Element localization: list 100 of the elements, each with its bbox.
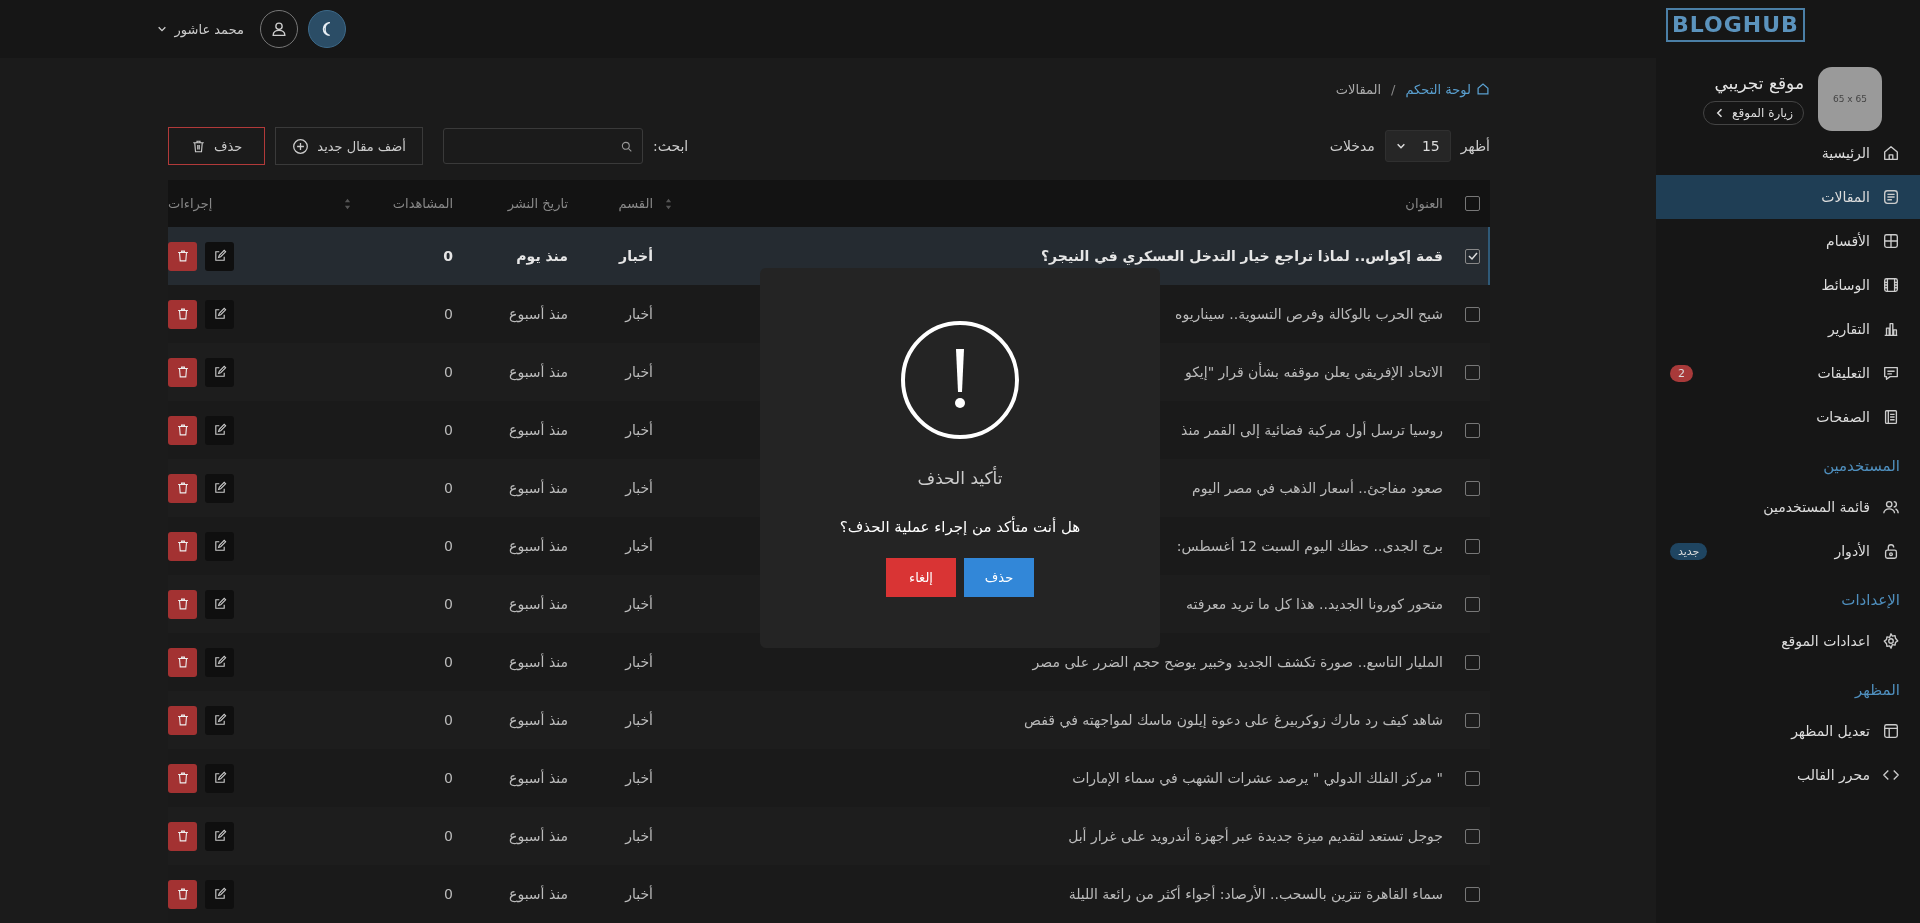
site-name: موقع تجريبي	[1714, 73, 1804, 93]
column-header[interactable]: المشاهدات	[314, 196, 453, 211]
delete-row-button[interactable]	[168, 879, 197, 909]
edit-button[interactable]	[205, 299, 234, 329]
table-cell: منذ أسبوع	[509, 596, 568, 612]
edit-button[interactable]	[205, 821, 234, 851]
table-cell: منذ أسبوع	[509, 306, 568, 322]
article-title[interactable]: روسيا ترسل أول مركبة فضائية إلى القمر منذ	[1181, 422, 1443, 438]
column-header[interactable]: العنوان	[665, 196, 1443, 211]
edit-button[interactable]	[205, 241, 234, 271]
home-icon	[1882, 144, 1900, 162]
table-cell: 0	[444, 770, 453, 786]
row-checkbox[interactable]	[1465, 306, 1480, 322]
edit-icon	[212, 829, 227, 843]
edit-button[interactable]	[205, 763, 234, 793]
bar-chart-icon	[1882, 320, 1900, 338]
row-checkbox[interactable]	[1465, 480, 1480, 496]
row-checkbox[interactable]	[1465, 538, 1480, 554]
edit-button[interactable]	[205, 589, 234, 619]
delete-row-button[interactable]	[168, 589, 197, 619]
delete-row-button[interactable]	[168, 415, 197, 445]
sidebar-item[interactable]: التقارير	[1656, 307, 1920, 351]
trash-icon	[175, 423, 190, 437]
edit-button[interactable]	[205, 647, 234, 677]
delete-row-button[interactable]	[168, 241, 197, 271]
sidebar-item[interactable]: محرر القالب	[1656, 753, 1920, 797]
row-checkbox[interactable]	[1465, 596, 1480, 612]
delete-button[interactable]: حذف	[168, 127, 266, 165]
row-checkbox[interactable]	[1465, 364, 1480, 380]
sidebar-heading: المستخدمين	[1822, 456, 1901, 477]
edit-button[interactable]	[205, 531, 234, 561]
edit-button[interactable]	[205, 357, 234, 387]
table-cell: أخبار	[625, 596, 653, 612]
sidebar-item[interactable]: الوسائط	[1656, 263, 1920, 307]
article-title[interactable]: متحور كورونا الجديد.. هذا كل ما تريد معرفته	[1185, 596, 1443, 612]
article-title[interactable]: سماء القاهرة تتزين بالسحب.. الأرصاد: أجواء أكثر من رائعة الليلة	[1068, 886, 1443, 902]
row-checkbox[interactable]	[1465, 886, 1480, 902]
table-cell: 0	[444, 364, 453, 380]
table-cell: منذ أسبوع	[509, 538, 568, 554]
home-icon	[1476, 82, 1490, 96]
sidebar-item[interactable]: تعديل المظهر	[1656, 709, 1920, 753]
article-title[interactable]: جوجل تستعد لتقديم ميزة جديدة عبر أجهزة أندرويد على غرار أبل	[1068, 828, 1443, 844]
article-title[interactable]: شبح الحرب بالوكالة وفرص التسوية.. سيناريوه	[1175, 306, 1443, 322]
delete-row-button[interactable]	[168, 531, 197, 561]
lock-icon	[1882, 542, 1900, 560]
sidebar-item[interactable]: الأقسام	[1656, 219, 1920, 263]
table-cell: أخبار	[625, 770, 653, 786]
search-field[interactable]	[442, 128, 643, 164]
article-title[interactable]: صعود مفاجئ.. أسعار الذهب في مصر اليوم	[1192, 480, 1443, 496]
sidebar-item[interactable]: المقالات	[1656, 175, 1920, 219]
cancel-button[interactable]: إلغاء	[886, 558, 956, 597]
delete-row-button[interactable]	[168, 647, 197, 677]
edit-icon	[212, 887, 227, 901]
article-title[interactable]: قمة إكواس.. لماذا تراجع خيار التدخل العسكري في النيجر؟	[1041, 248, 1443, 264]
breadcrumb-link[interactable]: لوحة التحكم	[1405, 81, 1471, 97]
row-checkbox[interactable]	[1465, 770, 1480, 786]
table-cell: أخبار	[625, 886, 653, 902]
row-checkbox[interactable]	[1465, 422, 1480, 438]
sidebar-item[interactable]: الأدوار جديد	[1656, 529, 1920, 573]
film-icon	[1882, 276, 1900, 294]
column-header[interactable]: تاريخ النشر	[507, 196, 568, 211]
user-menu[interactable]: محمد عاشور	[150, 20, 250, 38]
sidebar-item[interactable]: الصفحات	[1656, 395, 1920, 439]
article-title[interactable]: برج الجدى.. حظك اليوم السبت 12 أغسطس:	[1176, 538, 1443, 554]
caret-icon	[156, 24, 167, 34]
row-checkbox[interactable]	[1465, 712, 1480, 728]
add-article-button[interactable]: أضف مقال جديد	[275, 127, 423, 165]
edit-button[interactable]	[205, 879, 234, 909]
article-title[interactable]: الاتحاد الإفريقي يعلن موقفه بشأن قرار "إيكو	[1184, 364, 1443, 380]
edit-button[interactable]	[205, 473, 234, 503]
trash-icon	[191, 138, 206, 154]
delete-row-button[interactable]	[168, 763, 197, 793]
delete-row-button[interactable]	[168, 357, 197, 387]
dark-mode-button[interactable]	[308, 10, 346, 48]
delete-row-button[interactable]	[168, 473, 197, 503]
table-cell: 0	[444, 712, 453, 728]
entries-label: مدخلات	[1329, 138, 1375, 154]
delete-row-button[interactable]	[168, 705, 197, 735]
row-checkbox[interactable]	[1465, 248, 1480, 264]
delete-row-button[interactable]	[168, 299, 197, 329]
page-size-select[interactable]: 15	[1384, 130, 1451, 162]
sidebar-item[interactable]: قائمة المستخدمين	[1656, 485, 1920, 529]
sidebar-heading: الإعدادات	[1840, 590, 1901, 611]
edit-button[interactable]	[205, 415, 234, 445]
article-title[interactable]: شاهد كيف رد مارك زوكربيرغ على دعوة إيلون ماسك لمواجهته في قفص	[1024, 712, 1443, 728]
row-checkbox[interactable]	[1465, 828, 1480, 844]
trash-icon	[175, 481, 190, 495]
sidebar-item[interactable]: الرئيسية	[1656, 131, 1920, 175]
confirm-delete-button[interactable]: حذف	[964, 558, 1034, 597]
edit-button[interactable]	[205, 705, 234, 735]
column-header[interactable]: القسم	[618, 196, 653, 211]
article-title[interactable]: " مركز الفلك الدولي " يرصد عشرات الشهب في سماء الإمارات	[1072, 770, 1443, 786]
edit-icon	[212, 539, 227, 553]
row-checkbox[interactable]	[1465, 654, 1480, 670]
select-all-checkbox[interactable]	[1465, 196, 1480, 211]
column-header[interactable]: إجراءات	[168, 196, 213, 211]
article-title[interactable]: المليار التاسع.. صورة تكشف الجديد وخبير يوضح حجم الضرر على مصر	[1032, 654, 1443, 670]
delete-row-button[interactable]	[168, 821, 197, 851]
logo[interactable]: BLOGHUB	[1666, 8, 1805, 42]
sidebar-item[interactable]: اعدادات الموقع	[1656, 619, 1920, 663]
